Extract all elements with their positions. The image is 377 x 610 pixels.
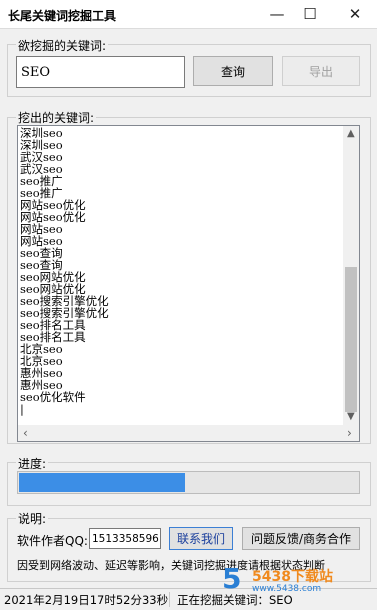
result-line: 网站seo xyxy=(20,222,63,236)
watermark: 5 5438下载站 www.5438.com xyxy=(222,562,372,596)
info-label: 说明: xyxy=(16,510,49,527)
result-line: 北京seo xyxy=(20,354,63,368)
result-line: | xyxy=(20,402,24,416)
result-line: seo查询 xyxy=(20,246,63,260)
scroll-left-icon[interactable]: ‹ xyxy=(23,426,28,440)
maximize-button[interactable]: ☐ xyxy=(290,0,330,28)
results-group-label: 挖出的关键词: xyxy=(16,109,97,126)
contact-button[interactable]: 联系我们 xyxy=(169,527,233,550)
export-button[interactable]: 导出 xyxy=(282,56,360,86)
result-line: 武汉seo xyxy=(20,150,63,164)
result-line: seo排名工具 xyxy=(20,330,86,344)
result-line: 北京seo xyxy=(20,342,63,356)
scroll-down-icon[interactable]: ▼ xyxy=(347,411,355,422)
keyword-input[interactable]: SEO xyxy=(16,56,185,88)
qq-field[interactable]: 1513358596 xyxy=(89,528,161,549)
keyword-group-label: 欲挖掘的关键词: xyxy=(16,37,109,54)
result-line: 惠州seo xyxy=(20,366,63,380)
progress-fill xyxy=(19,473,186,492)
author-qq-label: 软件作者QQ: xyxy=(17,534,88,548)
status-datetime: 2021年2月19日17时52分33秒 xyxy=(4,593,169,607)
horizontal-scrollbar[interactable]: ‹ › xyxy=(18,425,359,441)
watermark-text: 5438下载站 xyxy=(252,569,333,585)
status-separator xyxy=(169,592,170,607)
watermark-logo: 5 xyxy=(222,562,242,595)
result-line: 武汉seo xyxy=(20,162,63,176)
result-line: seo推广 xyxy=(20,174,63,188)
progress-label: 进度: xyxy=(16,455,49,472)
scrollbar-thumb[interactable] xyxy=(345,267,357,412)
progress-bar xyxy=(17,471,360,494)
result-line: 网站seo xyxy=(20,234,63,248)
feedback-button[interactable]: 问题反馈/商务合作 xyxy=(242,527,360,550)
results-lines: 深圳seo 深圳seo 武汉seo 武汉seo seo推广 seo推广 网站seo优化 网站s… xyxy=(20,127,345,415)
window-title: 长尾关键词挖掘工具 xyxy=(8,9,117,23)
result-line: 深圳seo xyxy=(20,126,63,140)
scroll-up-icon[interactable]: ▲ xyxy=(347,128,355,139)
query-button[interactable]: 查询 xyxy=(193,56,273,86)
result-line: seo优化软件 xyxy=(20,390,86,404)
title-bar: 长尾关键词挖掘工具 — ☐ ✕ xyxy=(0,0,377,29)
close-button[interactable]: ✕ xyxy=(335,0,375,28)
watermark-url: www.5438.com xyxy=(252,584,322,594)
results-textbox[interactable]: 深圳seo 深圳seo 武汉seo 武汉seo seo推广 seo推广 网站seo优化 网站s… xyxy=(17,125,360,442)
vertical-scrollbar[interactable]: ▲ ▼ xyxy=(343,126,359,427)
result-line: 深圳seo xyxy=(20,138,63,152)
scroll-right-icon[interactable]: › xyxy=(347,426,352,440)
result-line: 网站seo优化 xyxy=(20,210,86,224)
